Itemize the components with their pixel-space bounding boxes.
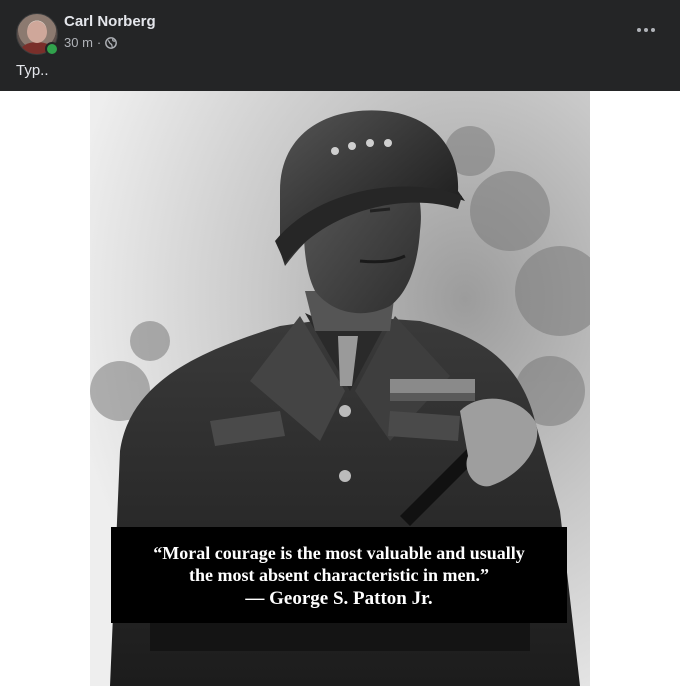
more-options-icon[interactable] — [632, 20, 660, 40]
quote-line-1: “Moral courage is the most valuable and … — [153, 543, 525, 563]
meta-separator: · — [96, 35, 102, 50]
globe-icon[interactable] — [105, 36, 118, 49]
author-name[interactable]: Carl Norberg — [64, 13, 156, 30]
post-meta: 30 m · — [64, 35, 118, 50]
post-header: Carl Norberg 30 m · Typ.. — [0, 0, 680, 91]
quote-text: “Moral courage is the most valuable and … — [111, 542, 567, 586]
post-time[interactable]: 30 m — [64, 35, 93, 50]
quote-author: — George S. Patton Jr. — [245, 588, 433, 609]
quote-caption: “Moral courage is the most valuable and … — [111, 527, 567, 623]
avatar-face — [27, 21, 47, 43]
quote-line-2: the most absent characteristic in men.” — [189, 565, 489, 585]
post-text: Typ.. — [16, 62, 49, 79]
online-status-dot — [45, 42, 59, 56]
post-photo[interactable]: “Moral courage is the most valuable and … — [90, 91, 590, 686]
